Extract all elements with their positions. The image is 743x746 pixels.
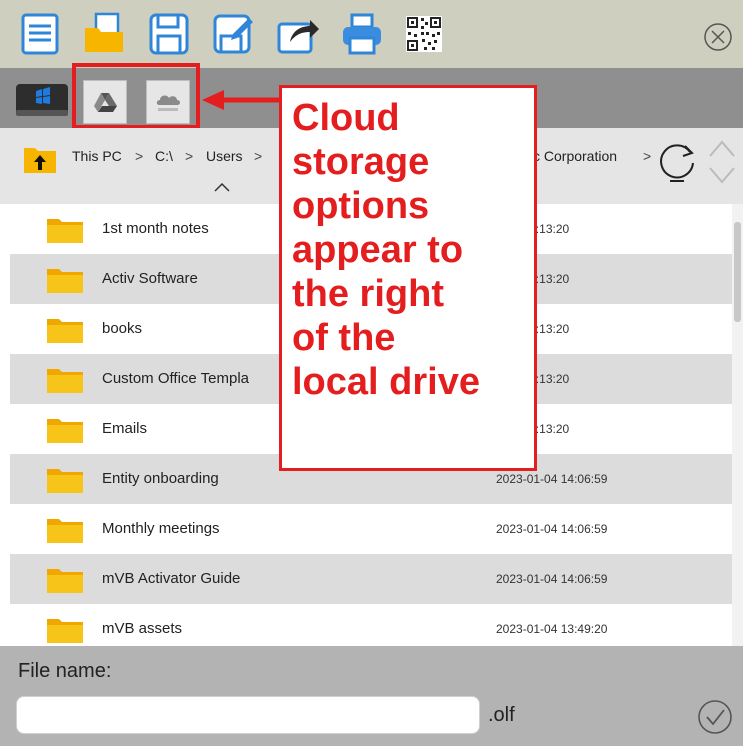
list-item[interactable]: mVB Activator Guide 2023-01-04 14:06:59 [10, 554, 732, 604]
file-name: Entity onboarding [102, 470, 219, 487]
toolbar [0, 0, 743, 68]
file-name: 1st month notes [102, 220, 209, 237]
confirm-check-icon[interactable] [696, 698, 734, 736]
qr-code-icon[interactable] [398, 8, 450, 60]
folder-icon [47, 469, 83, 493]
breadcrumb-corporation[interactable]: c Corporation [533, 148, 617, 164]
folder-icon [47, 369, 83, 393]
callout-arrow [202, 90, 284, 110]
folder-icon [47, 419, 83, 443]
file-date: 2023-01-04 14:06:59 [496, 472, 608, 486]
file-name: Monthly meetings [102, 520, 220, 537]
open-folder-icon[interactable] [78, 8, 130, 60]
new-document-icon[interactable] [14, 8, 66, 60]
callout-box: Cloud storage options appear to the righ… [279, 85, 537, 471]
list-item[interactable]: mVB assets 2023-01-04 13:49:20 [10, 604, 732, 646]
cloud-options-highlight [72, 63, 200, 129]
refresh-icon[interactable] [654, 138, 700, 184]
print-icon[interactable] [336, 8, 388, 60]
file-name: mVB assets [102, 620, 183, 637]
breadcrumb-separator: > [643, 148, 652, 164]
up-folder-icon[interactable] [22, 140, 58, 176]
folder-icon [47, 269, 83, 293]
folder-icon [47, 619, 83, 643]
file-extension: .olf [488, 704, 515, 726]
file-name: Activ Software [102, 270, 198, 287]
file-date: 2023-01-04 14:06:59 [496, 522, 608, 536]
list-item[interactable]: Monthly meetings 2023-01-04 14:06:59 [10, 504, 732, 554]
file-name: Custom Office Templa [102, 370, 250, 387]
sort-up-icon[interactable] [212, 180, 232, 194]
share-icon[interactable] [272, 8, 324, 60]
file-name: Emails [102, 420, 148, 437]
close-icon[interactable] [703, 22, 733, 52]
save-icon[interactable] [143, 8, 195, 60]
folder-icon [47, 219, 83, 243]
folder-icon [47, 319, 83, 343]
file-date: 2023-01-04 13:49:20 [496, 622, 608, 636]
folder-icon [47, 569, 83, 593]
file-name: books [102, 320, 143, 337]
breadcrumb-this-pc[interactable]: This PC [72, 148, 122, 164]
scroll-up-down-icon[interactable] [704, 134, 740, 192]
file-name-label: File name: [18, 660, 112, 682]
breadcrumb-separator: > [185, 148, 194, 164]
breadcrumb-separator: > [135, 148, 144, 164]
callout-text: Cloud storage options appear to the righ… [292, 97, 480, 403]
breadcrumb-separator: > [254, 148, 263, 164]
file-date: 2023-01-04 14:06:59 [496, 572, 608, 586]
save-as-icon[interactable] [207, 8, 259, 60]
local-drive-icon[interactable] [14, 80, 70, 120]
file-dialog: This PC > C:\ > Users > c Corporation > … [0, 0, 743, 746]
file-name-input[interactable] [16, 696, 480, 734]
scrollbar-thumb[interactable] [734, 222, 741, 322]
breadcrumb-users[interactable]: Users [206, 148, 243, 164]
file-name: mVB Activator Guide [102, 570, 241, 587]
folder-icon [47, 519, 83, 543]
breadcrumb-c-drive[interactable]: C:\ [155, 148, 173, 164]
